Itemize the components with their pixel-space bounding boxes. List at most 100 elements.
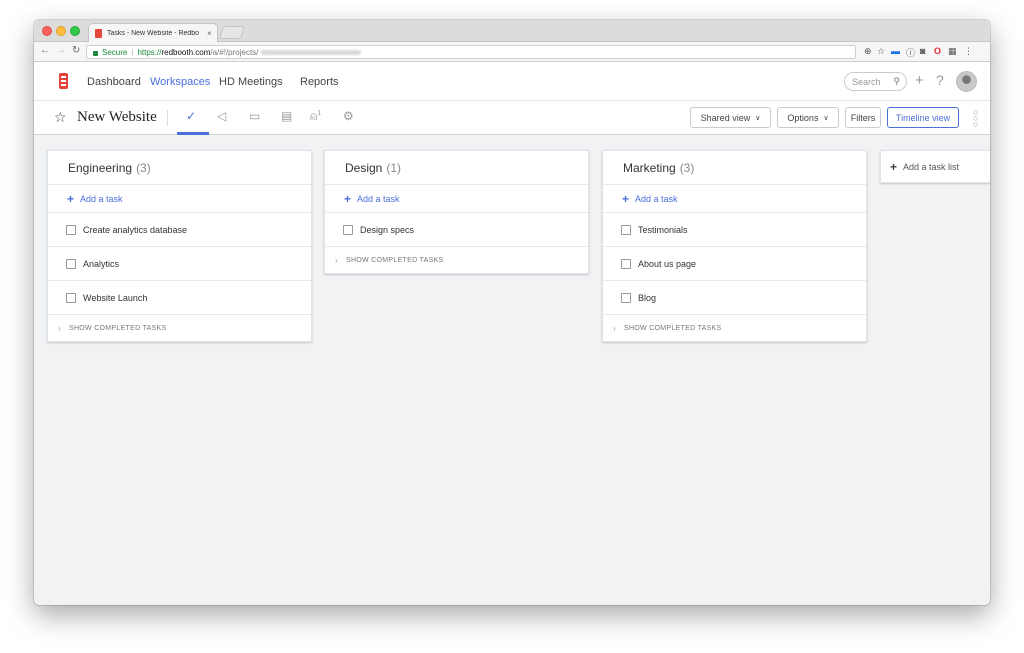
- task-checkbox[interactable]: [66, 258, 76, 269]
- task-checkbox[interactable]: [66, 292, 76, 303]
- filters-button[interactable]: Filters: [845, 107, 881, 128]
- task-row[interactable]: Testimonials: [603, 213, 866, 247]
- people-icon[interactable]: ⍝1: [310, 109, 321, 124]
- search-input[interactable]: Search ⚲: [844, 72, 907, 91]
- browser-menu-icon[interactable]: ⋮: [964, 46, 973, 57]
- add-task-list-button[interactable]: + Add a task list: [880, 150, 990, 183]
- add-task-label: Add a task: [80, 193, 123, 204]
- add-task-label: Add a task: [635, 193, 678, 204]
- opera-icon[interactable]: O: [934, 46, 941, 56]
- redbooth-favicon-icon: [95, 28, 102, 38]
- task-list-design: Design (1) + Add a task Design specs › SHO…: [324, 150, 589, 274]
- task-checkbox[interactable]: [621, 258, 631, 269]
- task-row[interactable]: Website Launch: [48, 281, 311, 315]
- task-row[interactable]: Design specs: [325, 213, 588, 247]
- show-completed-toggle[interactable]: › SHOW COMPLETED TASKS: [48, 315, 311, 341]
- task-checkbox[interactable]: [343, 224, 353, 235]
- shared-view-dropdown[interactable]: Shared view ∨: [690, 107, 771, 128]
- task-list-count: (1): [386, 160, 402, 175]
- help-icon[interactable]: ?: [936, 72, 944, 88]
- nav-reports[interactable]: Reports: [300, 76, 339, 88]
- task-list-title: Marketing: [623, 160, 676, 175]
- nav-hd-meetings[interactable]: HD Meetings: [219, 76, 283, 88]
- lock-icon: [93, 50, 98, 56]
- more-options-icon[interactable]: ○ ○ ○: [973, 108, 978, 129]
- plus-icon: +: [344, 191, 352, 206]
- task-list-header[interactable]: Engineering (3): [48, 151, 311, 185]
- add-task-list-label: Add a task list: [903, 161, 960, 172]
- bookmark-star-icon[interactable]: ☆: [877, 46, 885, 57]
- show-completed-label: SHOW COMPLETED TASKS: [623, 324, 722, 332]
- forward-arrow-icon[interactable]: →: [56, 45, 66, 56]
- task-list-marketing: Marketing (3) + Add a task Testimonials A…: [602, 150, 867, 342]
- extension-flag-icon[interactable]: ▬: [891, 46, 900, 56]
- task-row[interactable]: Blog: [603, 281, 866, 315]
- chevron-right-icon: ›: [335, 255, 338, 265]
- conversations-megaphone-icon[interactable]: ◁: [217, 109, 226, 123]
- task-name: About us page: [638, 258, 697, 269]
- task-list-title: Engineering: [68, 160, 133, 175]
- chevron-down-icon: ∨: [755, 114, 761, 122]
- task-row[interactable]: Create analytics database: [48, 213, 311, 247]
- timeline-view-button[interactable]: Timeline view: [887, 107, 959, 128]
- url-path: /a/#!/projects/: [210, 47, 259, 57]
- task-checkbox[interactable]: [621, 292, 631, 303]
- chevron-right-icon: ›: [58, 323, 61, 333]
- show-completed-label: SHOW COMPLETED TASKS: [68, 324, 167, 332]
- zoom-window-button[interactable]: [70, 26, 80, 36]
- show-completed-toggle[interactable]: › SHOW COMPLETED TASKS: [325, 247, 588, 273]
- task-list-count: (3): [136, 160, 151, 175]
- task-name: Analytics: [83, 258, 120, 269]
- plus-icon: +: [890, 159, 898, 174]
- browser-window: Tasks - New Website - Redbo × ← → ↻ Secu…: [34, 20, 990, 605]
- options-dropdown[interactable]: Options ∨: [777, 107, 839, 128]
- nav-dashboard[interactable]: Dashboard: [87, 76, 141, 88]
- tab-close-icon[interactable]: ×: [207, 29, 212, 38]
- task-name: Design specs: [360, 224, 415, 235]
- close-window-button[interactable]: [42, 26, 52, 36]
- new-tab-button[interactable]: [218, 26, 246, 39]
- app-header: Dashboard Workspaces HD Meetings Reports…: [34, 62, 990, 101]
- secure-label: Secure: [102, 47, 128, 57]
- task-list-count: (3): [679, 160, 695, 175]
- show-completed-toggle[interactable]: › SHOW COMPLETED TASKS: [603, 315, 866, 341]
- active-tab-indicator: [177, 132, 209, 135]
- chevron-down-icon: ∨: [823, 114, 829, 122]
- browser-tab[interactable]: Tasks - New Website - Redbo ×: [88, 23, 218, 42]
- task-checkbox[interactable]: [621, 224, 631, 235]
- add-task-button[interactable]: + Add a task: [603, 185, 866, 213]
- task-list-header[interactable]: Design (1): [325, 151, 588, 185]
- task-checkbox[interactable]: [66, 224, 76, 235]
- settings-gear-icon[interactable]: ⚙: [343, 109, 354, 123]
- task-row[interactable]: About us page: [603, 247, 866, 281]
- back-arrow-icon[interactable]: ←: [40, 45, 50, 56]
- favorite-star-icon[interactable]: ☆: [54, 109, 67, 126]
- files-folder-icon[interactable]: ▭: [249, 109, 260, 123]
- tab-title: Tasks - New Website - Redbo: [107, 29, 200, 37]
- avatar[interactable]: [956, 71, 977, 92]
- task-name: Create analytics database: [83, 224, 188, 235]
- add-icon[interactable]: +: [915, 72, 924, 89]
- task-row[interactable]: Analytics: [48, 247, 311, 281]
- nav-workspaces[interactable]: Workspaces: [150, 76, 210, 88]
- task-list-header[interactable]: Marketing (3): [603, 151, 866, 185]
- extension-film-icon[interactable]: ▦: [948, 46, 957, 57]
- url-redacted: [261, 49, 362, 55]
- add-task-button[interactable]: + Add a task: [48, 185, 311, 213]
- shared-view-label: Shared view: [700, 112, 751, 123]
- minimize-window-button[interactable]: [56, 26, 66, 36]
- zoom-icon[interactable]: ⊕: [864, 46, 872, 57]
- reload-icon[interactable]: ↻: [72, 45, 80, 56]
- task-name: Testimonials: [638, 224, 688, 235]
- extension-camera-icon[interactable]: ◙: [920, 46, 925, 56]
- search-icon: ⚲: [893, 76, 900, 86]
- tasks-check-icon[interactable]: ✓: [186, 109, 196, 123]
- address-bar[interactable]: Secure | https:// redbooth.com /a/#!/pro…: [86, 45, 856, 59]
- chevron-right-icon: ›: [613, 323, 616, 333]
- toolbar-divider: [167, 110, 168, 126]
- extension-info-icon[interactable]: ⓘ: [906, 46, 915, 59]
- add-task-button[interactable]: + Add a task: [325, 185, 588, 213]
- notes-document-icon[interactable]: ▤: [281, 109, 292, 123]
- redbooth-logo-icon[interactable]: [59, 73, 68, 89]
- browser-toolbar: ← → ↻ Secure | https:// redbooth.com /a/…: [34, 42, 990, 62]
